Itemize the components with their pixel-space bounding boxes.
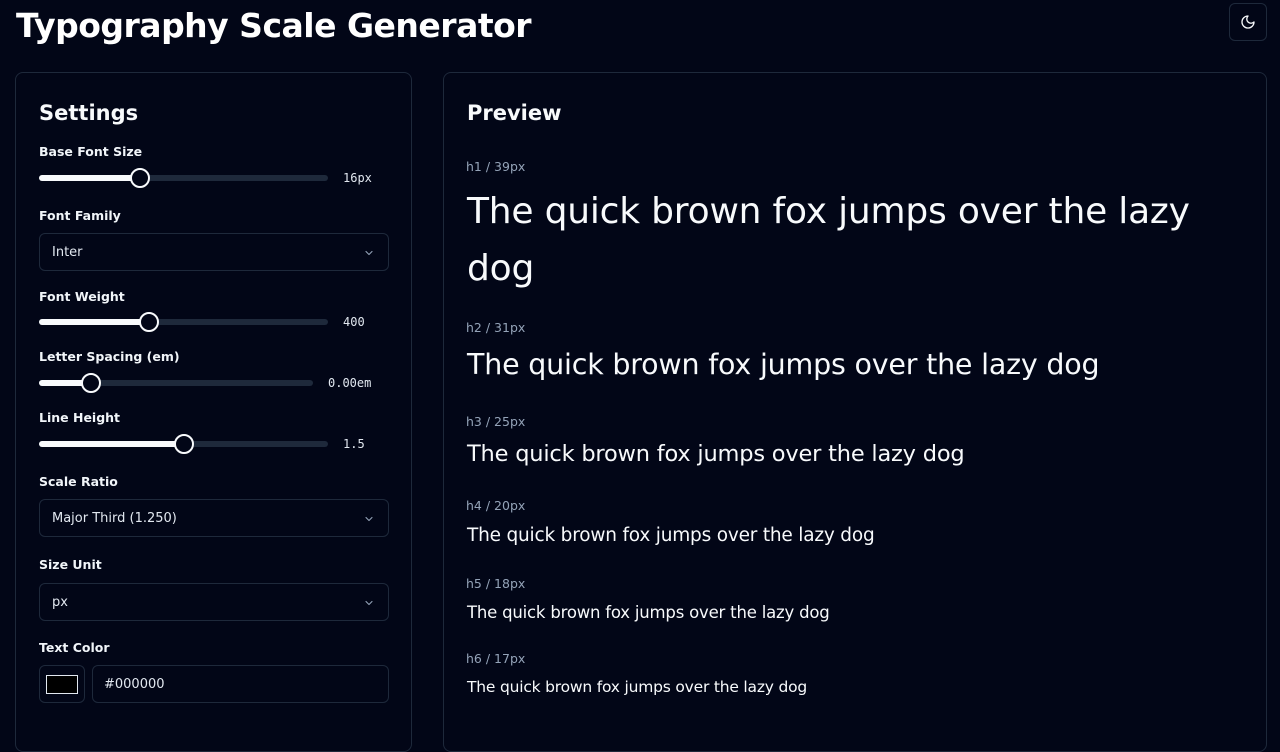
- font-family-value: Inter: [52, 245, 83, 260]
- scale-ratio-value: Major Third (1.250): [52, 511, 177, 526]
- font-family-select[interactable]: Inter: [39, 233, 389, 271]
- slider-thumb[interactable]: [130, 168, 150, 188]
- slider-fill: [39, 319, 149, 325]
- slider-thumb[interactable]: [81, 373, 101, 393]
- base-font-size-label: Base Font Size: [39, 144, 143, 159]
- line-height-label: Line Height: [39, 410, 121, 425]
- size-unit-label: Size Unit: [39, 557, 102, 572]
- scale-ratio-label: Scale Ratio: [39, 474, 118, 489]
- base-font-size-value: 16px: [343, 171, 372, 185]
- h5-sample: The quick brown fox jumps over the lazy …: [467, 603, 830, 622]
- letter-spacing-slider[interactable]: [39, 371, 313, 395]
- settings-title: Settings: [39, 101, 139, 125]
- color-swatch: [46, 675, 78, 694]
- font-weight-value: 400: [343, 315, 365, 329]
- slider-thumb[interactable]: [139, 312, 159, 332]
- text-color-input[interactable]: [92, 665, 389, 703]
- app-title: Typography Scale Generator: [16, 6, 532, 45]
- color-picker-button[interactable]: [39, 665, 85, 703]
- size-unit-select[interactable]: px: [39, 583, 389, 621]
- h4-sample: The quick brown fox jumps over the lazy …: [467, 525, 875, 546]
- slider-fill: [39, 441, 184, 447]
- h5-tag: h5 / 18px: [466, 576, 526, 591]
- moon-icon: [1241, 15, 1255, 29]
- h6-sample: The quick brown fox jumps over the lazy …: [467, 678, 808, 696]
- h1-tag: h1 / 39px: [466, 159, 526, 174]
- scale-ratio-select[interactable]: Major Third (1.250): [39, 499, 389, 537]
- text-color-label: Text Color: [39, 640, 110, 655]
- preview-title: Preview: [467, 101, 562, 125]
- chevron-down-icon: [365, 600, 373, 606]
- preview-panel: Preview h1 / 39px The quick brown fox ju…: [443, 72, 1267, 752]
- chevron-down-icon: [365, 516, 373, 522]
- base-font-size-slider[interactable]: [39, 166, 328, 190]
- line-height-value: 1.5: [343, 437, 365, 451]
- size-unit-value: px: [52, 595, 68, 610]
- chevron-down-icon: [365, 250, 373, 256]
- h2-sample: The quick brown fox jumps over the lazy …: [467, 348, 1100, 381]
- theme-toggle-button[interactable]: [1229, 3, 1267, 41]
- h4-tag: h4 / 20px: [466, 498, 526, 513]
- settings-panel: Settings Base Font Size 16px Font Family…: [15, 72, 412, 752]
- h1-sample: The quick brown fox jumps over the lazy …: [467, 191, 1190, 289]
- font-weight-slider[interactable]: [39, 310, 328, 334]
- letter-spacing-label: Letter Spacing (em): [39, 349, 180, 364]
- slider-fill: [39, 175, 140, 181]
- h3-sample: The quick brown fox jumps over the lazy …: [467, 441, 965, 467]
- font-family-label: Font Family: [39, 208, 121, 223]
- h3-tag: h3 / 25px: [466, 414, 526, 429]
- slider-thumb[interactable]: [174, 434, 194, 454]
- h2-tag: h2 / 31px: [466, 320, 526, 335]
- line-height-slider[interactable]: [39, 432, 328, 456]
- letter-spacing-value: 0.00em: [328, 376, 372, 390]
- h6-tag: h6 / 17px: [466, 651, 526, 666]
- font-weight-label: Font Weight: [39, 289, 125, 304]
